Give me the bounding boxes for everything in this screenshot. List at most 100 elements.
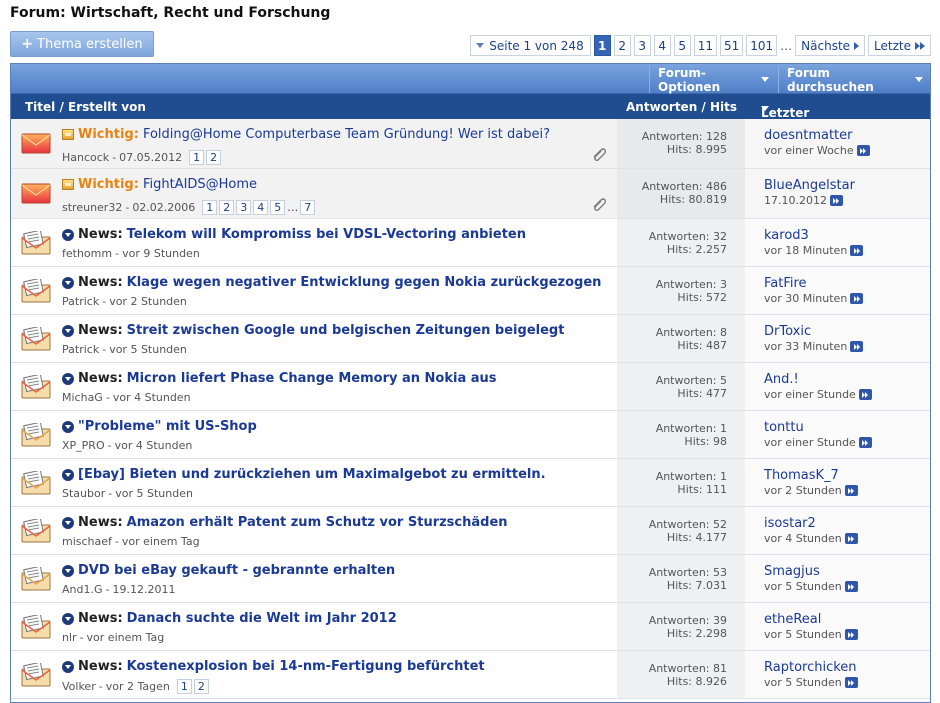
- page-link[interactable]: 11: [693, 35, 717, 56]
- unread-arrow-icon[interactable]: [62, 276, 74, 289]
- thread-title-link[interactable]: Klage wegen negativer Entwicklung gegen …: [127, 275, 602, 290]
- thread-page-link[interactable]: 2: [206, 150, 222, 165]
- thread-page-link[interactable]: 4: [253, 200, 269, 215]
- page-link[interactable]: 2: [613, 35, 631, 56]
- thread-title-link[interactable]: [Ebay] Bieten und zurückziehen um Maxima…: [78, 467, 546, 482]
- thread-page-link[interactable]: 1: [202, 200, 218, 215]
- last-post-info: Smagjus vor 5 Stunden: [764, 564, 858, 593]
- thread-author[interactable]: MichaG: [62, 391, 103, 404]
- go-to-last-post-icon[interactable]: [844, 629, 858, 640]
- thread-author[interactable]: Patrick: [62, 295, 99, 308]
- thread-page-link[interactable]: 2: [193, 679, 209, 694]
- last-post-user[interactable]: etheReal: [764, 612, 858, 628]
- next-page-button[interactable]: Nächste: [795, 35, 866, 56]
- thread-title-link[interactable]: Kostenexplosion bei 14-nm-Fertigung befü…: [127, 659, 485, 674]
- last-post-user[interactable]: karod3: [764, 228, 863, 244]
- unread-arrow-icon[interactable]: [62, 612, 74, 625]
- unread-arrow-icon[interactable]: [62, 372, 74, 385]
- unread-arrow-icon[interactable]: [62, 660, 74, 673]
- thread-row: "Probleme" mit US-Shop XP_PRO - vor 4 Stund…: [11, 411, 930, 459]
- thread-page-link[interactable]: 3: [236, 200, 252, 215]
- thread-title-link[interactable]: Danach suchte die Welt im Jahr 2012: [127, 611, 397, 626]
- new-thread-button[interactable]: + Thema erstellen: [10, 31, 154, 57]
- unread-arrow-icon[interactable]: [62, 564, 74, 577]
- thread-author[interactable]: Volker: [62, 680, 96, 693]
- go-to-last-post-icon[interactable]: [844, 533, 858, 544]
- page-link[interactable]: 5: [673, 35, 691, 56]
- thread-author[interactable]: XP_PRO: [62, 439, 105, 452]
- go-to-last-post-icon[interactable]: [850, 245, 864, 256]
- last-post-user[interactable]: Smagjus: [764, 564, 858, 580]
- forum-options-button[interactable]: Forum-Optionen: [649, 66, 777, 94]
- sort-by-replies[interactable]: Antworten / Hits: [626, 100, 737, 114]
- thread-title-link[interactable]: Telekom will Kompromiss bei VDSL-Vectori…: [127, 227, 526, 242]
- page-link[interactable]: 1: [593, 35, 611, 56]
- go-to-last-post-icon[interactable]: [850, 293, 864, 304]
- page-link[interactable]: 4: [653, 35, 671, 56]
- last-post-user[interactable]: DrToxic: [764, 324, 863, 340]
- thread-row: News: Telekom will Kompromiss bei VDSL-Ve…: [11, 219, 930, 267]
- page-link[interactable]: 51: [719, 35, 744, 56]
- thread-page-link[interactable]: 5: [270, 200, 286, 215]
- hit-count: Hits: 4.177: [666, 531, 727, 544]
- thread-title-link[interactable]: Streit zwischen Google und belgischen Ze…: [127, 323, 565, 338]
- attachment-paperclip-icon[interactable]: [591, 146, 607, 161]
- thread-title-link[interactable]: "Probleme" mit US-Shop: [78, 419, 257, 434]
- thread-date: vor 5 Stunden: [109, 343, 187, 356]
- thread-author[interactable]: fethomm: [62, 247, 112, 260]
- thread-author[interactable]: Patrick: [62, 343, 99, 356]
- page-of-dropdown[interactable]: Seite 1 von 248: [470, 35, 591, 56]
- thread-page-link[interactable]: 1: [189, 150, 205, 165]
- thread-title-link[interactable]: DVD bei eBay gekauft - gebrannte erhalte…: [78, 563, 395, 578]
- thread-title-link[interactable]: FightAIDS@Home: [143, 177, 257, 192]
- last-post-user[interactable]: ThomasK_7: [764, 468, 858, 484]
- thread-title-link[interactable]: Folding@Home Computerbase Team Gründung!…: [143, 127, 550, 142]
- thread-page-link[interactable]: 7: [300, 200, 316, 215]
- page-link[interactable]: 101: [746, 35, 778, 56]
- last-post-user[interactable]: doesntmatter: [764, 128, 870, 144]
- thread-author[interactable]: mischaef: [62, 535, 112, 548]
- sort-by-title[interactable]: Titel / Erstellt von: [25, 100, 146, 114]
- last-post-user[interactable]: tonttu: [764, 420, 872, 436]
- last-post-time: vor 18 Minuten: [764, 244, 864, 257]
- go-to-last-post-icon[interactable]: [856, 145, 870, 156]
- go-to-last-post-icon[interactable]: [844, 581, 858, 592]
- thread-page-link[interactable]: 1: [176, 679, 192, 694]
- thread-title-link[interactable]: Amazon erhält Patent zum Schutz vor Stur…: [127, 515, 508, 530]
- arrow-right-icon: [854, 41, 860, 50]
- thread-title-line: News: Danach suchte die Welt im Jahr 2012: [62, 611, 397, 626]
- unread-arrow-icon[interactable]: [62, 228, 74, 241]
- last-post-user[interactable]: isostar2: [764, 516, 858, 532]
- unread-arrow-icon[interactable]: [62, 468, 74, 481]
- thread-author[interactable]: Staubor: [62, 487, 105, 500]
- go-to-last-post-icon[interactable]: [829, 195, 843, 206]
- go-to-last-post-icon[interactable]: [844, 677, 858, 688]
- unread-arrow-icon[interactable]: [62, 420, 74, 433]
- thread-author[interactable]: Hancock: [62, 151, 109, 164]
- thread-title-line: Wichtig: Folding@Home Computerbase Team G…: [62, 127, 550, 142]
- last-post-user[interactable]: BlueAngelstar: [764, 178, 855, 194]
- thread-title-line: DVD bei eBay gekauft - gebrannte erhalte…: [62, 563, 395, 578]
- thread-title-link[interactable]: Micron liefert Phase Change Memory an No…: [127, 371, 497, 386]
- unread-arrow-icon[interactable]: [62, 516, 74, 529]
- forum-search-button[interactable]: Forum durchsuchen: [778, 66, 930, 94]
- last-post-user[interactable]: And.!: [764, 372, 872, 388]
- last-page-button[interactable]: Letzte: [868, 35, 931, 56]
- go-to-last-post-icon[interactable]: [850, 341, 864, 352]
- thread-page-link[interactable]: 2: [219, 200, 235, 215]
- go-to-last-post-icon[interactable]: [858, 389, 872, 400]
- page-link[interactable]: 3: [633, 35, 651, 56]
- thread-meta: Hancock -07.05.2012 1 2: [62, 150, 222, 165]
- reply-count: Antworten: 1: [655, 422, 727, 435]
- attachment-paperclip-icon[interactable]: [591, 196, 607, 211]
- go-to-last-post-icon[interactable]: [858, 437, 872, 448]
- thread-author[interactable]: And1.G: [62, 583, 103, 596]
- last-post-user[interactable]: FatFire: [764, 276, 863, 292]
- last-post-user[interactable]: Raptorchicken: [764, 660, 858, 676]
- thread-stats: Antworten: 1 Hits: 98: [617, 422, 727, 448]
- thread-date: vor einem Tag: [86, 631, 165, 644]
- go-to-last-post-icon[interactable]: [844, 485, 858, 496]
- thread-author[interactable]: streuner32: [62, 201, 122, 214]
- thread-author[interactable]: nlr: [62, 631, 77, 644]
- unread-arrow-icon[interactable]: [62, 324, 74, 337]
